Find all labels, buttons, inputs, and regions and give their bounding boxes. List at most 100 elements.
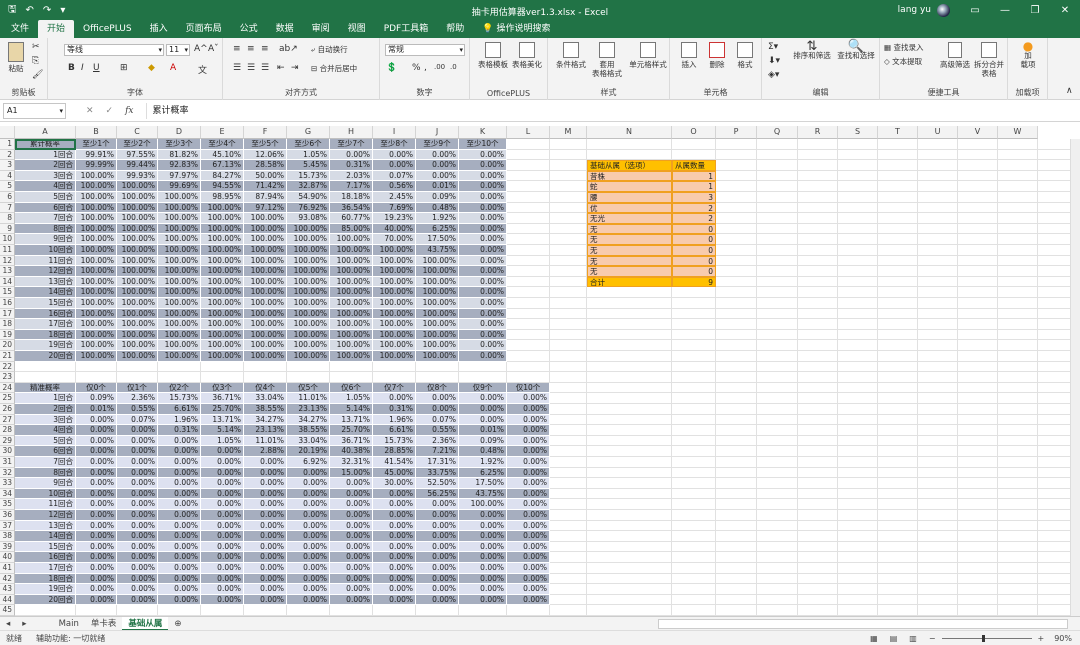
table2-cell[interactable]: 0.00% bbox=[201, 563, 244, 574]
side-table-cell[interactable]: 无 bbox=[587, 234, 672, 245]
table2-cell[interactable]: 0.00% bbox=[201, 478, 244, 489]
table2-cell[interactable]: 0.00% bbox=[244, 531, 287, 542]
table1-cell[interactable]: 76.92% bbox=[287, 202, 330, 214]
side-table-header[interactable]: 从属数量 bbox=[672, 160, 716, 171]
table2-cell[interactable]: 0.01% bbox=[76, 404, 117, 415]
table2-cell[interactable]: 0.00% bbox=[158, 478, 201, 489]
paste-button[interactable]: 粘贴 bbox=[5, 42, 27, 73]
table2-cell[interactable]: 20.19% bbox=[287, 446, 330, 457]
table2-cell[interactable]: 2.36% bbox=[416, 435, 459, 447]
cut-icon[interactable]: ✂ bbox=[32, 42, 40, 52]
table1-header-cell[interactable]: 至少4个 bbox=[201, 139, 244, 150]
tab-pdf-tools[interactable]: PDF工具箱 bbox=[375, 20, 438, 38]
table2-cell[interactable]: 0.00% bbox=[158, 488, 201, 500]
table1-cell[interactable]: 100.00% bbox=[244, 276, 287, 288]
tab-review[interactable]: 审阅 bbox=[303, 20, 339, 38]
table2-cell[interactable]: 0.00% bbox=[416, 393, 459, 404]
table2-cell[interactable]: 0.00% bbox=[416, 499, 459, 510]
row-header[interactable]: 16 bbox=[0, 298, 15, 309]
customize-qat-icon[interactable]: ▾ bbox=[60, 5, 65, 16]
table2-cell[interactable]: 0.00% bbox=[76, 520, 117, 532]
table1-cell[interactable]: 100.00% bbox=[76, 192, 117, 203]
table1-cell[interactable]: 100.00% bbox=[76, 234, 117, 245]
row-header[interactable]: 35 bbox=[0, 499, 15, 510]
next-sheet-icon[interactable]: ▸ bbox=[16, 617, 32, 631]
autosum-icon[interactable]: Σ▾ bbox=[768, 42, 778, 52]
table1-cell[interactable]: 13回合 bbox=[15, 276, 76, 288]
table2-cell[interactable]: 0.00% bbox=[507, 563, 550, 574]
table2-cell[interactable]: 0.00% bbox=[459, 552, 507, 563]
table1-cell[interactable]: 100.00% bbox=[287, 276, 330, 288]
table1-cell[interactable]: 100.00% bbox=[158, 276, 201, 288]
side-table-cell[interactable]: 0 bbox=[672, 223, 716, 235]
table1-cell[interactable]: 100.00% bbox=[117, 192, 158, 203]
side-table-cell[interactable]: 0 bbox=[672, 255, 716, 267]
table2-cell[interactable]: 0.00% bbox=[287, 499, 330, 510]
table1-cell[interactable]: 100.00% bbox=[76, 213, 117, 224]
table2-cell[interactable]: 36.71% bbox=[201, 393, 244, 404]
table1-cell[interactable]: 97.12% bbox=[244, 202, 287, 214]
table2-cell[interactable]: 11.01% bbox=[244, 435, 287, 447]
table1-cell[interactable]: 100.00% bbox=[117, 319, 158, 330]
column-header[interactable]: N bbox=[587, 126, 672, 139]
side-table-cell[interactable]: 1 bbox=[672, 170, 716, 182]
row-header[interactable]: 13 bbox=[0, 266, 15, 277]
restore-icon[interactable]: ❐ bbox=[1020, 0, 1050, 20]
cell-styles-button[interactable]: 单元格样式 bbox=[628, 42, 668, 69]
table1-cell[interactable]: 100.00% bbox=[287, 329, 330, 341]
table1-cell[interactable]: 36.54% bbox=[330, 202, 373, 214]
table1-cell[interactable]: 67.13% bbox=[201, 160, 244, 171]
bold-icon[interactable]: B bbox=[68, 63, 75, 73]
table2-cell[interactable]: 0.00% bbox=[416, 584, 459, 595]
side-table-cell[interactable]: 0 bbox=[672, 245, 716, 256]
table2-cell[interactable]: 0.00% bbox=[373, 573, 416, 585]
table2-cell[interactable]: 0.00% bbox=[507, 541, 550, 553]
table2-cell[interactable]: 6回合 bbox=[15, 446, 76, 457]
table2-cell[interactable]: 13.71% bbox=[330, 414, 373, 426]
table2-cell[interactable]: 0.00% bbox=[201, 594, 244, 606]
table2-cell[interactable]: 0.00% bbox=[416, 541, 459, 553]
table1-cell[interactable]: 100.00% bbox=[287, 298, 330, 309]
table2-cell[interactable]: 0.00% bbox=[158, 594, 201, 606]
table1-cell[interactable]: 100.00% bbox=[416, 276, 459, 288]
column-header[interactable]: J bbox=[416, 126, 459, 139]
merge-center-button[interactable]: ⊟ 合并后居中 bbox=[311, 64, 357, 73]
table2-cell[interactable]: 0.00% bbox=[507, 457, 550, 468]
table2-cell[interactable]: 0.00% bbox=[201, 457, 244, 468]
table1-cell[interactable]: 100.00% bbox=[373, 329, 416, 341]
table1-cell[interactable]: 2.45% bbox=[373, 192, 416, 203]
table2-cell[interactable]: 0.00% bbox=[76, 435, 117, 447]
column-header[interactable]: V bbox=[958, 126, 998, 139]
row-header[interactable]: 12 bbox=[0, 255, 15, 267]
table2-cell[interactable]: 0.00% bbox=[373, 541, 416, 553]
table1-header-cell[interactable]: 至少2个 bbox=[117, 139, 158, 150]
table2-cell[interactable]: 1.05% bbox=[201, 435, 244, 447]
table1-cell[interactable]: 0.09% bbox=[416, 192, 459, 203]
table1-cell[interactable]: 40.00% bbox=[373, 223, 416, 235]
underline-icon[interactable]: U bbox=[93, 63, 100, 73]
table1-cell[interactable]: 100.00% bbox=[416, 319, 459, 330]
table2-cell[interactable]: 0.00% bbox=[330, 488, 373, 500]
advanced-filter-button[interactable]: 高级筛选 bbox=[938, 42, 972, 69]
align-top-icon[interactable]: ≡ bbox=[233, 44, 241, 54]
table2-cell[interactable]: 0.00% bbox=[76, 584, 117, 595]
table1-cell[interactable]: 50.00% bbox=[244, 170, 287, 182]
table1-cell[interactable]: 100.00% bbox=[201, 351, 244, 362]
table2-cell[interactable]: 0.00% bbox=[507, 393, 550, 404]
table1-cell[interactable]: 100.00% bbox=[158, 213, 201, 224]
table2-cell[interactable]: 3回合 bbox=[15, 414, 76, 426]
table1-cell[interactable]: 18回合 bbox=[15, 329, 76, 341]
table2-cell[interactable]: 0.00% bbox=[117, 499, 158, 510]
table1-cell[interactable]: 100.00% bbox=[287, 308, 330, 320]
table2-cell[interactable]: 7回合 bbox=[15, 457, 76, 468]
table2-cell[interactable]: 34.27% bbox=[244, 414, 287, 426]
table2-cell[interactable]: 2.36% bbox=[117, 393, 158, 404]
table1-cell[interactable]: 100.00% bbox=[373, 351, 416, 362]
table1-cell[interactable]: 100.00% bbox=[117, 308, 158, 320]
table1-cell[interactable]: 100.00% bbox=[287, 351, 330, 362]
table1-cell[interactable]: 100.00% bbox=[373, 276, 416, 288]
table2-cell[interactable]: 0.00% bbox=[287, 467, 330, 479]
table2-cell[interactable]: 13.71% bbox=[201, 414, 244, 426]
sheet-tab-main[interactable]: Main bbox=[53, 617, 85, 631]
table1-cell[interactable]: 100.00% bbox=[287, 319, 330, 330]
